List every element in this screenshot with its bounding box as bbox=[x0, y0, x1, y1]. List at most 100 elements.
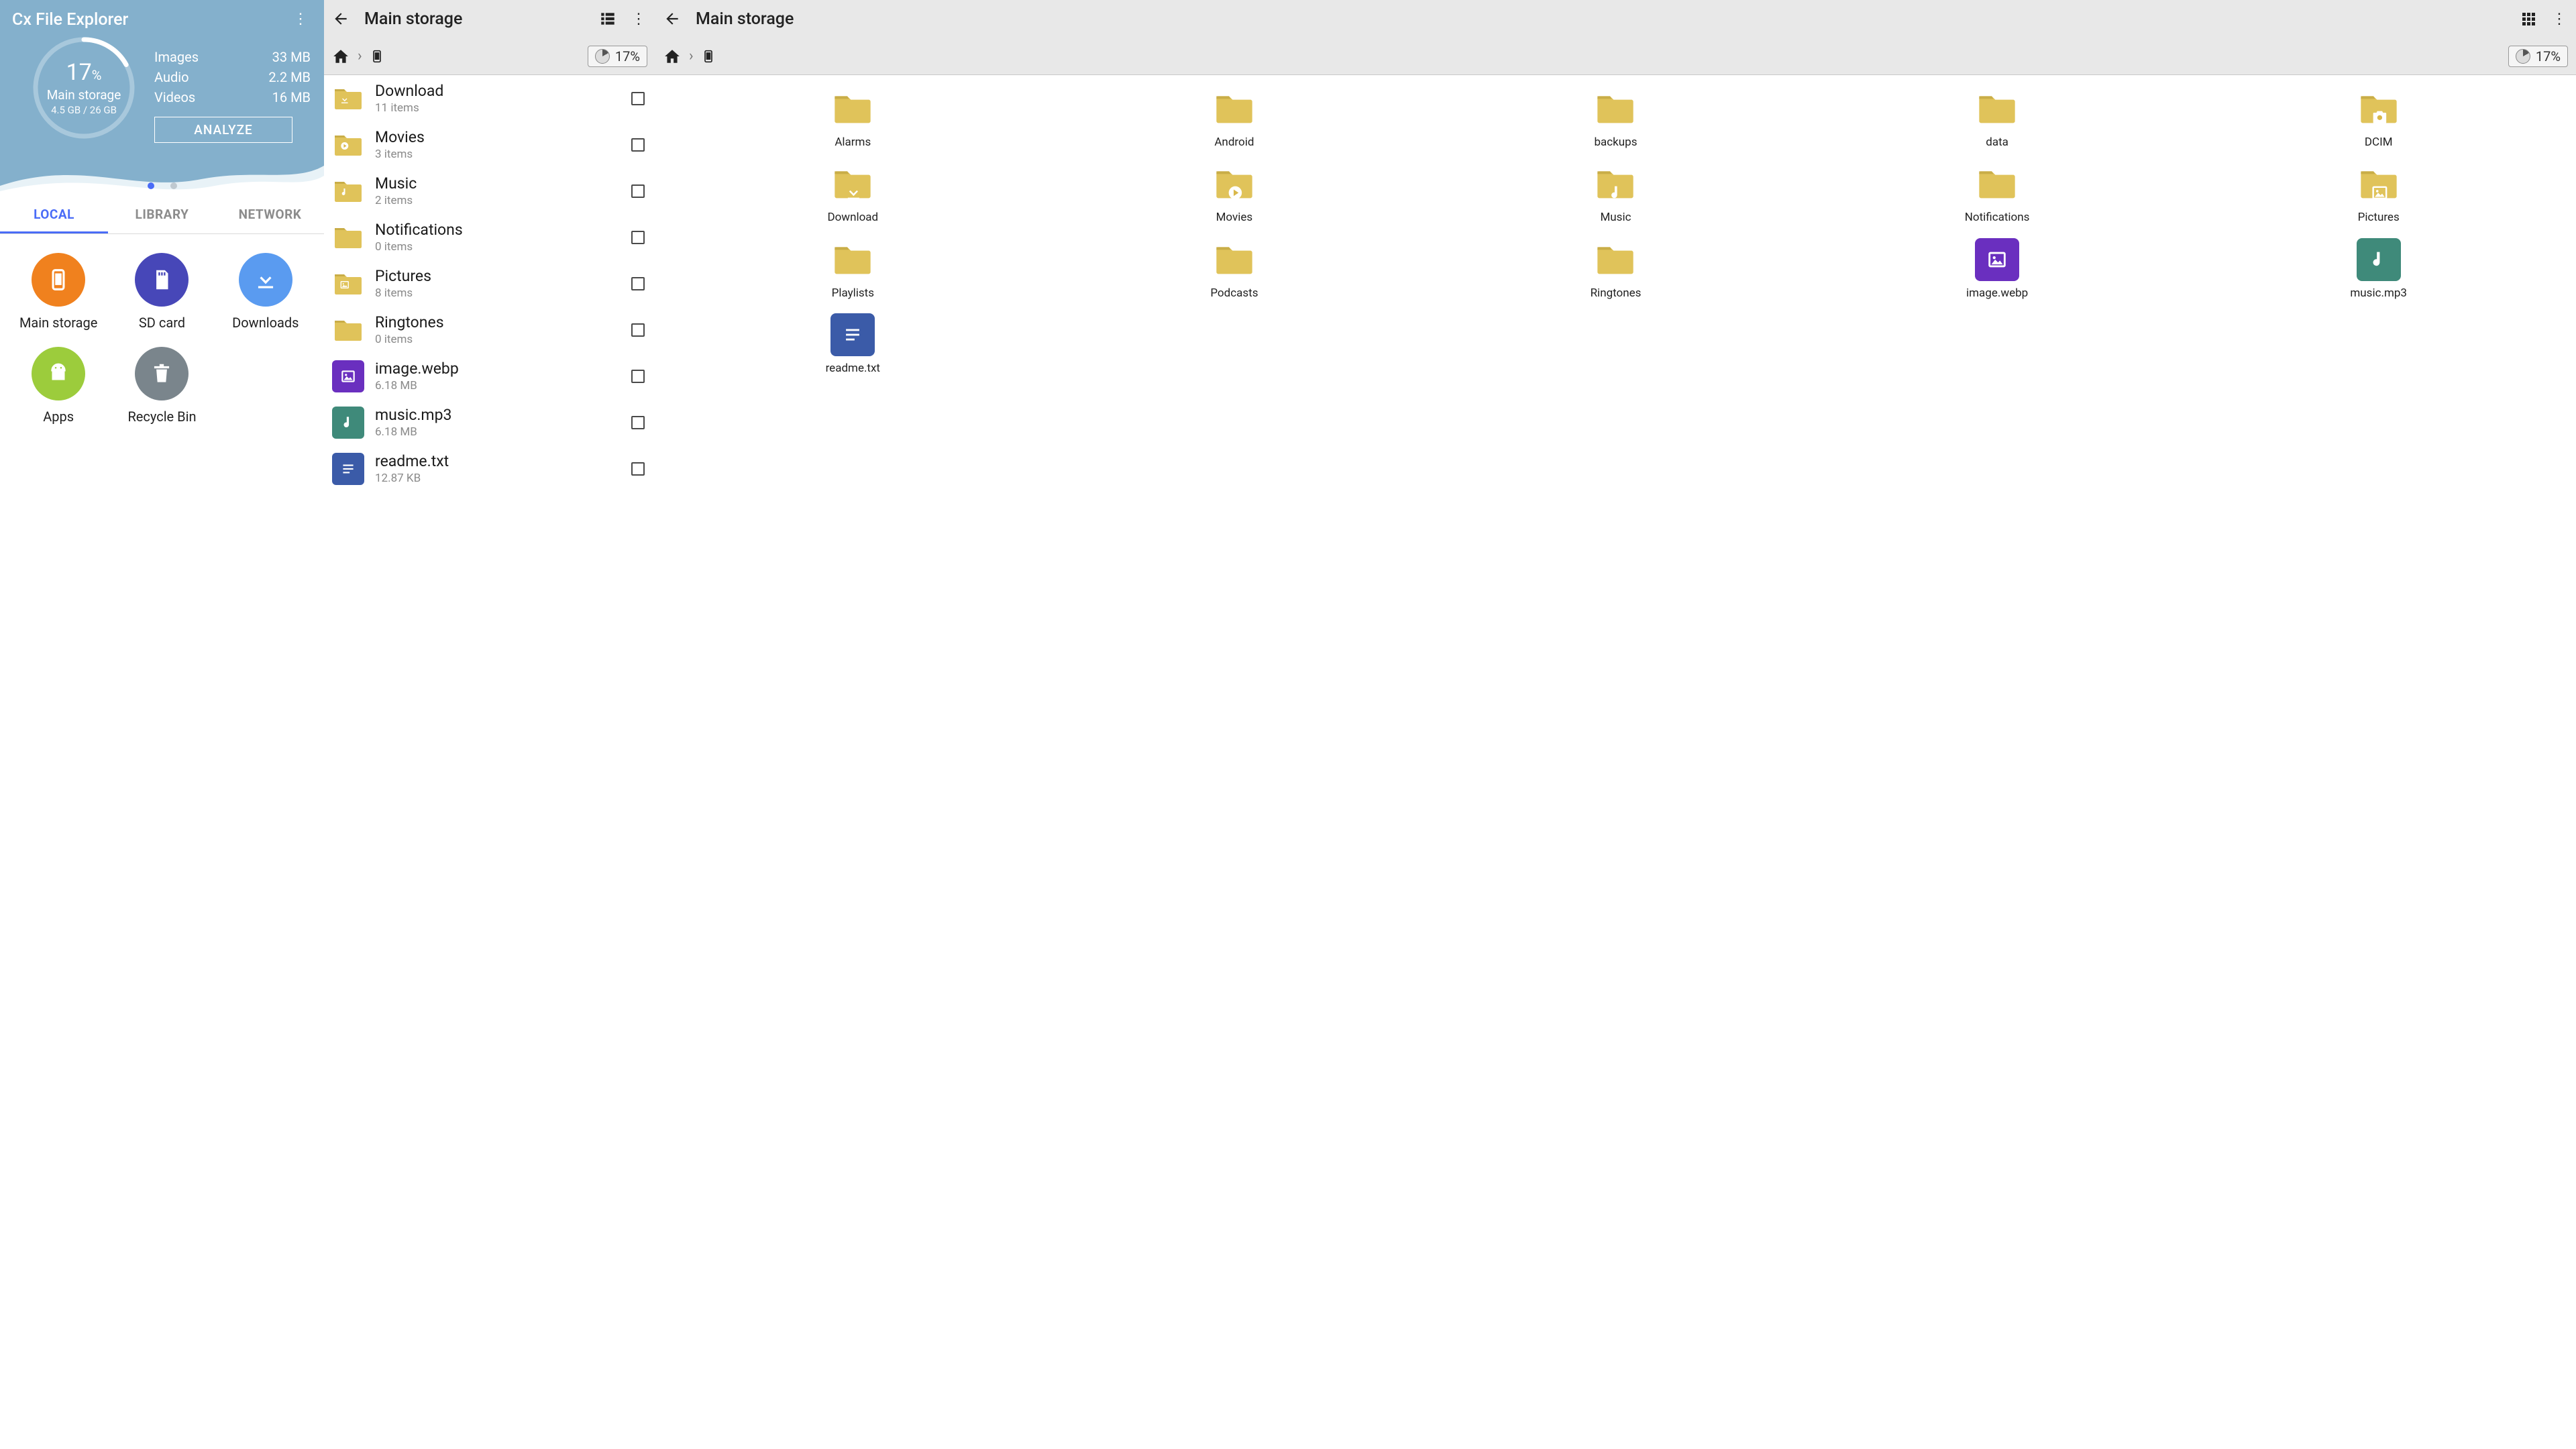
gauge-label: Main storage bbox=[47, 87, 121, 103]
grid-item[interactable]: readme.txt bbox=[665, 313, 1041, 375]
grid-item[interactable]: music.mp3 bbox=[2190, 238, 2567, 300]
list-item[interactable]: Pictures8 items bbox=[324, 260, 655, 307]
grid-item[interactable]: Movies bbox=[1046, 162, 1423, 224]
folder-icon bbox=[1212, 238, 1256, 281]
view-grid-icon[interactable] bbox=[2518, 9, 2538, 29]
grid-item[interactable]: Android bbox=[1046, 87, 1423, 149]
folder-icon bbox=[830, 87, 875, 130]
overflow-menu-icon[interactable]: ⋮ bbox=[629, 9, 649, 29]
pie-icon bbox=[2516, 49, 2530, 64]
checkbox[interactable] bbox=[631, 277, 645, 290]
folder-icon bbox=[332, 314, 364, 346]
dashboard-header: Cx File Explorer ⋮ 17% Main storage 4.5 … bbox=[0, 0, 324, 196]
locations-grid: Main storage SD card Downloads Apps Recy… bbox=[0, 234, 324, 443]
list-item[interactable]: music.mp36.18 MB bbox=[324, 399, 655, 445]
list-item[interactable]: readme.txt12.87 KB bbox=[324, 445, 655, 492]
tab-library[interactable]: LIBRARY bbox=[108, 196, 216, 233]
checkbox[interactable] bbox=[631, 323, 645, 337]
lines-file-icon bbox=[332, 453, 364, 485]
stat-row: Audio2.2 MB bbox=[154, 67, 311, 87]
overflow-menu-icon[interactable]: ⋮ bbox=[288, 9, 313, 30]
back-icon[interactable] bbox=[331, 9, 351, 29]
gauge-sub: 4.5 GB / 26 GB bbox=[51, 104, 117, 116]
folder-icon bbox=[830, 238, 875, 281]
checkbox[interactable] bbox=[631, 462, 645, 476]
tab-network[interactable]: NETWORK bbox=[216, 196, 324, 233]
grid-item[interactable]: Playlists bbox=[665, 238, 1041, 300]
grid-item[interactable]: Music bbox=[1428, 162, 1804, 224]
page-dot[interactable] bbox=[148, 182, 154, 189]
folder-icon bbox=[1593, 87, 1638, 130]
gauge-percent: 17 bbox=[66, 59, 92, 86]
grid-item[interactable]: Download bbox=[665, 162, 1041, 224]
checkbox[interactable] bbox=[631, 92, 645, 105]
grid-item[interactable]: image.webp bbox=[1809, 238, 2186, 300]
checkbox[interactable] bbox=[631, 370, 645, 383]
file-grid: Alarms Android backups data DCIM Downloa… bbox=[655, 75, 2576, 1449]
trash-icon bbox=[135, 347, 189, 400]
location-downloads[interactable]: Downloads bbox=[214, 253, 317, 331]
grid-item[interactable]: data bbox=[1809, 87, 2186, 149]
page-dot[interactable] bbox=[170, 182, 177, 189]
storage-pill[interactable]: 17% bbox=[2508, 46, 2568, 67]
analyze-button[interactable]: ANALYZE bbox=[154, 117, 292, 143]
checkbox[interactable] bbox=[631, 231, 645, 244]
location-recycle bin[interactable]: Recycle Bin bbox=[110, 347, 213, 425]
pane-title: Main storage bbox=[696, 9, 2508, 29]
device-icon[interactable] bbox=[702, 47, 715, 66]
chevron-right-icon: › bbox=[689, 48, 694, 64]
home-pane: Cx File Explorer ⋮ 17% Main storage 4.5 … bbox=[0, 0, 324, 1449]
list-item[interactable]: Notifications0 items bbox=[324, 214, 655, 260]
storage-pill[interactable]: 17% bbox=[588, 46, 647, 67]
tab-local[interactable]: LOCAL bbox=[0, 196, 108, 233]
wave-decoration bbox=[0, 152, 324, 196]
stat-row: Videos16 MB bbox=[154, 87, 311, 107]
list-item[interactable]: Music2 items bbox=[324, 168, 655, 214]
location-apps[interactable]: Apps bbox=[7, 347, 110, 425]
device-icon[interactable] bbox=[370, 47, 384, 66]
folder-icon bbox=[1593, 238, 1638, 281]
folder-icon bbox=[830, 162, 875, 205]
list-item[interactable]: image.webp6.18 MB bbox=[324, 353, 655, 399]
file-list: Download11 items Movies3 items Music2 it… bbox=[324, 75, 655, 1449]
location-main storage[interactable]: Main storage bbox=[7, 253, 110, 331]
list-item[interactable]: Movies3 items bbox=[324, 121, 655, 168]
folder-icon bbox=[2357, 87, 2401, 130]
image-file-icon bbox=[332, 360, 364, 392]
home-icon[interactable] bbox=[332, 48, 350, 65]
list-item[interactable]: Ringtones0 items bbox=[324, 307, 655, 353]
note-file-icon bbox=[2357, 238, 2401, 281]
download-icon bbox=[239, 253, 292, 307]
location-sd card[interactable]: SD card bbox=[110, 253, 213, 331]
folder-icon bbox=[1212, 87, 1256, 130]
chevron-right-icon: › bbox=[358, 48, 362, 64]
sd-icon bbox=[135, 253, 189, 307]
stat-row: Images33 MB bbox=[154, 47, 311, 67]
overflow-menu-icon[interactable]: ⋮ bbox=[2549, 9, 2569, 29]
app-title: Cx File Explorer bbox=[12, 10, 128, 30]
grid-item[interactable]: Ringtones bbox=[1428, 238, 1804, 300]
list-item[interactable]: Download11 items bbox=[324, 75, 655, 121]
folder-icon bbox=[332, 175, 364, 207]
grid-item[interactable]: backups bbox=[1428, 87, 1804, 149]
back-icon[interactable] bbox=[662, 9, 682, 29]
grid-item[interactable]: DCIM bbox=[2190, 87, 2567, 149]
grid-header: Main storage ⋮ bbox=[655, 0, 2576, 38]
storage-gauge[interactable]: 17% Main storage 4.5 GB / 26 GB bbox=[30, 34, 138, 142]
home-icon[interactable] bbox=[663, 48, 681, 65]
page-indicator bbox=[0, 182, 324, 189]
image-file-icon bbox=[1975, 238, 2019, 281]
folder-icon bbox=[1212, 162, 1256, 205]
grid-item[interactable]: Podcasts bbox=[1046, 238, 1423, 300]
folder-icon bbox=[1593, 162, 1638, 205]
folder-icon bbox=[332, 83, 364, 115]
folder-icon bbox=[332, 129, 364, 161]
checkbox[interactable] bbox=[631, 138, 645, 152]
checkbox[interactable] bbox=[631, 416, 645, 429]
view-list-icon[interactable] bbox=[598, 9, 618, 29]
grid-item[interactable]: Notifica­tions bbox=[1809, 162, 2186, 224]
grid-item[interactable]: Alarms bbox=[665, 87, 1041, 149]
folder-icon bbox=[1975, 162, 2019, 205]
grid-item[interactable]: Pictures bbox=[2190, 162, 2567, 224]
checkbox[interactable] bbox=[631, 184, 645, 198]
